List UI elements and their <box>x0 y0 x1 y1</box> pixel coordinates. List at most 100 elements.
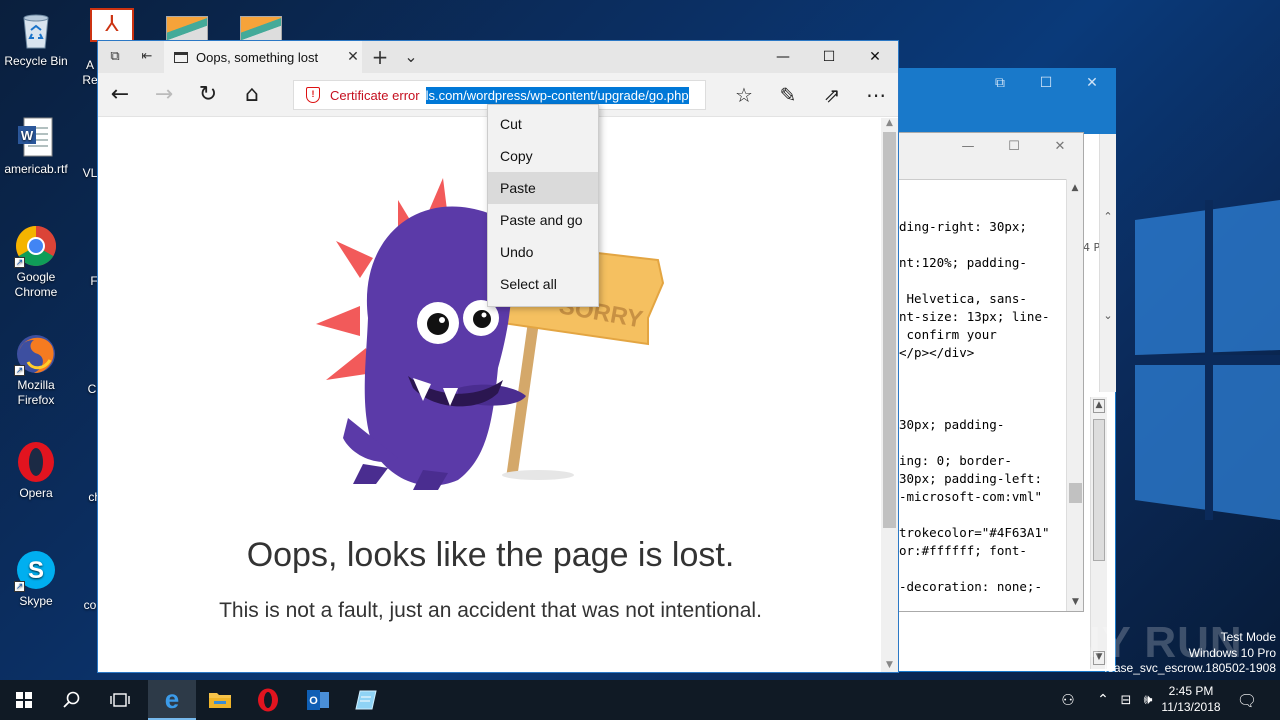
tab-close-icon[interactable]: ✕ <box>344 49 362 65</box>
scroll-down-arrow-icon[interactable]: ▼ <box>881 660 898 670</box>
more-options-icon[interactable]: ⋯ <box>862 81 890 109</box>
tab-title: Oops, something lost <box>196 49 319 65</box>
people-icon[interactable]: ⚇ <box>1056 680 1080 720</box>
task-view-button[interactable] <box>96 680 144 720</box>
taskbar-opera[interactable] <box>244 680 292 720</box>
editor-text-area[interactable]: ding-right: 30px; nt:120%; padding- Helv… <box>899 179 1083 611</box>
taskbar-notepad[interactable] <box>342 680 390 720</box>
background-scrollbar[interactable]: ⌃ ⌄ <box>1099 134 1116 392</box>
search-button[interactable] <box>48 680 96 720</box>
clock[interactable]: 2:45 PM 11/13/2018 <box>1160 683 1222 715</box>
scroll-thumb[interactable] <box>1069 483 1082 503</box>
minimize-button[interactable]: — <box>760 41 806 73</box>
code-line: ding-right: 30px; <box>899 219 1027 234</box>
new-tab-button[interactable]: + <box>371 47 389 67</box>
restore-icon[interactable]: ⧉ <box>977 75 1023 91</box>
tab-preview-icon[interactable]: ⧉ <box>106 48 124 66</box>
url-text[interactable]: ls.com/wordpress/wp-content/upgrade/go.p… <box>425 86 689 104</box>
code-line: Helvetica, sans- <box>899 291 1027 306</box>
skype-icon: S ↗ <box>14 548 58 592</box>
taskbar-edge[interactable]: e <box>148 680 196 720</box>
code-line: </p></div> <box>899 345 975 360</box>
desktop-icon-image-2[interactable] <box>240 16 282 42</box>
refresh-icon[interactable]: ↻ <box>194 81 222 109</box>
scroll-up-arrow-icon[interactable]: ▲ <box>1093 399 1105 413</box>
menu-item-paste[interactable]: Paste <box>488 172 598 204</box>
svg-text:W: W <box>21 128 34 143</box>
favorites-star-icon[interactable]: ☆ <box>730 81 758 109</box>
desktop-icon-acrobat[interactable]: ⅄ <box>90 8 134 42</box>
taskbar-file-explorer[interactable] <box>196 680 244 720</box>
code-line: 30px; padding-left: <box>899 471 1042 486</box>
scroll-up-arrow-icon[interactable]: ▲ <box>1067 183 1083 193</box>
clock-time: 2:45 PM <box>1168 684 1214 698</box>
image-file-icon <box>241 17 281 41</box>
web-note-pen-icon[interactable]: ✎ <box>774 81 802 109</box>
clock-date: 11/13/2018 <box>1161 700 1221 714</box>
search-icon <box>63 691 80 708</box>
chevron-up-icon[interactable]: ⌃ <box>1100 210 1116 223</box>
menu-item-copy[interactable]: Copy <box>488 140 598 172</box>
chevron-up-icon[interactable]: ⌃ <box>1094 680 1112 720</box>
page-scrollbar[interactable]: ▲ ▼ <box>881 118 898 672</box>
close-icon[interactable]: ✕ <box>1037 133 1083 163</box>
scroll-down-arrow-icon[interactable]: ▼ <box>1067 597 1084 607</box>
code-line: -decoration: none;- <box>899 579 1042 594</box>
build-line: lease_svc_escrow.180502-1908 <box>1104 661 1276 675</box>
maximize-icon[interactable]: ☐ <box>991 133 1037 163</box>
back-arrow-icon[interactable]: ← <box>106 81 134 109</box>
tab-list-button[interactable]: ⌄ <box>402 48 420 66</box>
firefox-icon: ↗ <box>14 332 58 376</box>
editor-scrollbar[interactable]: ▲ ▼ <box>1066 179 1083 611</box>
certificate-error-shield-icon[interactable]: ! <box>306 87 320 103</box>
scroll-thumb[interactable] <box>883 132 896 528</box>
shortcut-arrow-icon: ↗ <box>14 581 25 592</box>
scroll-up-arrow-icon[interactable]: ▲ <box>881 118 898 128</box>
scroll-thumb[interactable] <box>1093 419 1105 561</box>
tab-bar[interactable]: ⧉ ⇤ Oops, something lost ✕ + ⌄ — ☐ ✕ <box>98 41 898 73</box>
network-icon[interactable]: ⊟ <box>1116 680 1136 720</box>
menu-item-paste-and-go[interactable]: Paste and go <box>488 204 598 236</box>
close-button[interactable]: ✕ <box>852 41 898 73</box>
code-line: 30px; padding- <box>899 417 1005 432</box>
editor-window-controls: — ☐ ✕ <box>899 133 1083 163</box>
background-window-titlebar[interactable]: ⧉ ☐ ✕ <box>899 69 1115 134</box>
menu-item-cut[interactable]: Cut <box>488 108 598 140</box>
desktop-icon-image-1[interactable] <box>166 16 208 42</box>
outlook-icon: O <box>307 690 329 710</box>
start-button[interactable] <box>0 680 48 720</box>
word-document-icon: W <box>14 116 58 160</box>
svg-text:O: O <box>309 695 318 707</box>
error-subtext: This is not a fault, just an accident th… <box>219 599 762 622</box>
tab-active[interactable]: Oops, something lost ✕ <box>164 41 362 73</box>
chevron-down-icon[interactable]: ⌄ <box>1100 309 1116 322</box>
recycle-bin-icon <box>14 8 58 52</box>
code-line: trokecolor="#4F63A1" <box>899 525 1050 540</box>
forward-arrow-icon[interactable]: → <box>150 81 178 109</box>
set-tabs-aside-icon[interactable]: ⇤ <box>138 48 156 66</box>
home-icon[interactable]: ⌂ <box>238 81 266 109</box>
notification-center-icon[interactable]: 🗨 <box>1232 680 1262 720</box>
maximize-icon[interactable]: ☐ <box>1023 75 1069 91</box>
taskbar-outlook[interactable]: O <box>294 680 342 720</box>
menu-item-select-all[interactable]: Select all <box>488 268 598 300</box>
windows-start-icon <box>16 692 32 708</box>
close-icon[interactable]: ✕ <box>1069 75 1115 91</box>
minimize-icon[interactable]: — <box>945 133 991 163</box>
share-icon[interactable]: ⇗ <box>818 81 846 109</box>
maximize-button[interactable]: ☐ <box>806 41 852 73</box>
volume-icon[interactable]: 🕪 <box>1138 680 1158 720</box>
text-editor-window[interactable]: — ☐ ✕ ding-right: 30px; nt:120%; padding… <box>898 132 1084 612</box>
page-icon <box>174 51 188 63</box>
menu-item-undo[interactable]: Undo <box>488 236 598 268</box>
test-mode-line: Test Mode <box>1220 630 1276 644</box>
opera-icon <box>258 688 278 712</box>
certificate-error-label[interactable]: Certificate error <box>330 88 420 103</box>
